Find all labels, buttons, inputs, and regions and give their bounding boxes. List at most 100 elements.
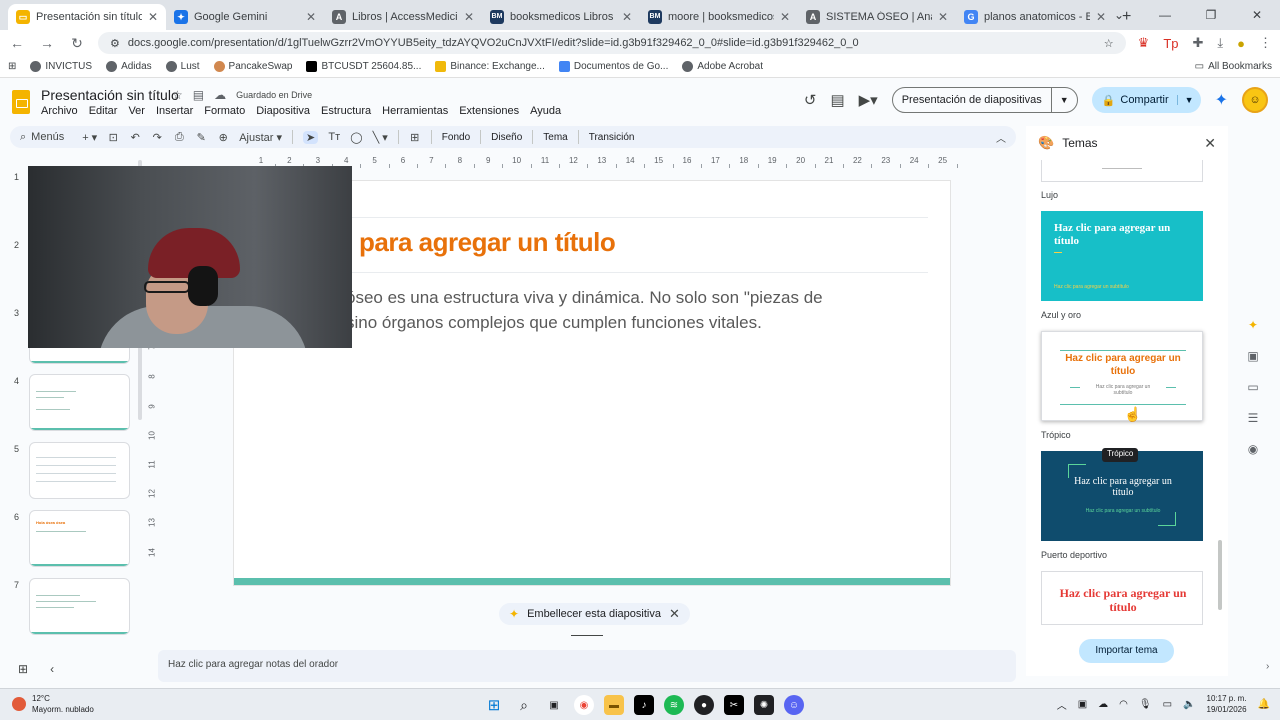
history-icon[interactable]: ↺: [804, 91, 817, 109]
collapse-rail-icon[interactable]: ›: [1266, 661, 1269, 672]
battery-icon[interactable]: ▭: [1163, 699, 1172, 710]
collapse-filmstrip-icon[interactable]: ‹: [50, 662, 54, 676]
shape-icon[interactable]: ◯: [350, 131, 362, 144]
slides-logo-icon[interactable]: [12, 90, 30, 114]
spotify-icon[interactable]: ≋: [664, 695, 684, 715]
layout-button[interactable]: Diseño: [491, 132, 522, 143]
theme-button[interactable]: Tema: [543, 132, 567, 143]
close-tab-icon[interactable]: ✕: [938, 10, 948, 24]
new-slide-icon[interactable]: + ▾: [82, 131, 97, 144]
theme-card-puerto-deportivo[interactable]: Haz clic para agregar un título Haz clic…: [1041, 451, 1203, 541]
collapse-toolbar-icon[interactable]: ︿: [996, 130, 1006, 145]
microphone-icon[interactable]: 🎙: [1139, 699, 1152, 710]
minimize-icon[interactable]: —: [1142, 8, 1188, 22]
comments-icon[interactable]: ▤: [830, 91, 844, 109]
menu-kebab-icon[interactable]: ⋮: [1259, 35, 1272, 51]
menu-formato[interactable]: Formato: [204, 105, 245, 117]
weather-widget[interactable]: 12°C Mayorm. nublado: [12, 693, 94, 715]
share-button[interactable]: 🔒 Compartir ▼: [1091, 87, 1201, 113]
clock[interactable]: 10:17 p. m. 19/01/2026: [1207, 693, 1247, 715]
document-title[interactable]: Presentación sin título: [41, 87, 179, 103]
bookmark-item[interactable]: Binance: Exchange...: [435, 61, 545, 72]
theme-card-lujo[interactable]: [1041, 160, 1203, 182]
menu-ver[interactable]: Ver: [128, 105, 145, 117]
tab-slides[interactable]: ▭ Presentación sin título - Present ✕: [8, 4, 166, 30]
close-tab-icon[interactable]: ✕: [780, 10, 790, 24]
star-icon[interactable]: ☆: [172, 88, 183, 102]
gemini-sparkle-icon[interactable]: ✦: [1248, 318, 1258, 332]
discord-icon[interactable]: ☺: [784, 695, 804, 715]
profile-icon[interactable]: ●: [1237, 36, 1245, 51]
bookmark-star-icon[interactable]: ☆: [1104, 37, 1114, 50]
themes-scrollbar[interactable]: [1218, 540, 1222, 610]
tab-search-icon[interactable]: ⌄: [1096, 8, 1142, 22]
bookmark-item[interactable]: PancakeSwap: [213, 61, 292, 72]
theme-card-tropico[interactable]: Haz clic para agregar un título Haz clic…: [1041, 331, 1203, 421]
paint-format-icon[interactable]: ✎: [195, 131, 207, 144]
cloud-icon[interactable]: ☁: [1098, 699, 1108, 710]
slide-thumbnail-4[interactable]: [29, 374, 130, 431]
close-icon[interactable]: ✕: [1204, 135, 1216, 152]
bookmark-item[interactable]: Adidas: [106, 61, 152, 72]
close-tab-icon[interactable]: ✕: [148, 10, 158, 24]
omnibox[interactable]: ⚙ docs.google.com/presentation/d/1glTuel…: [98, 32, 1126, 54]
menu-search[interactable]: ⌕ Menús: [20, 131, 72, 144]
zoom-select[interactable]: Ajustar ▾: [239, 131, 282, 144]
wifi-icon[interactable]: ◠: [1119, 699, 1128, 710]
tab-moore[interactable]: BM moore | booksmedicos ✕: [640, 4, 798, 30]
tab-gemini[interactable]: ✦ Google Gemini ✕: [166, 4, 324, 30]
chevron-down-icon[interactable]: ▼: [1176, 95, 1201, 105]
line-icon[interactable]: ╲ ▾: [373, 131, 388, 144]
zoom-icon[interactable]: ⊕: [217, 131, 229, 144]
bookmark-item[interactable]: INVICTUS: [30, 61, 92, 72]
windows-start-icon[interactable]: ⊞: [484, 695, 504, 715]
close-tab-icon[interactable]: ✕: [622, 10, 632, 24]
puzzle-icon[interactable]: ✚: [1192, 35, 1203, 51]
chevron-up-icon[interactable]: ︿: [1057, 697, 1067, 712]
slide-thumbnail-7[interactable]: [29, 578, 130, 635]
bookmark-item[interactable]: Lust: [165, 61, 200, 72]
notes-resize-handle[interactable]: [571, 635, 603, 636]
cloud-saved-icon[interactable]: ☁: [214, 88, 226, 102]
tab-accessmedicina[interactable]: A Libros | AccessMedicina | McGra ✕: [324, 4, 482, 30]
redo-icon[interactable]: ↷: [151, 131, 163, 144]
reload-icon[interactable]: ↻: [68, 35, 86, 52]
extension-icon[interactable]: ♛: [1138, 35, 1150, 51]
close-tab-icon[interactable]: ✕: [306, 10, 316, 24]
chrome-icon[interactable]: ◉: [574, 695, 594, 715]
back-icon[interactable]: ←: [8, 35, 26, 51]
site-info-icon[interactable]: ⚙: [110, 37, 120, 50]
tab-planos[interactable]: G planos anatomicos - Buscar con ✕: [956, 4, 1114, 30]
github-icon[interactable]: ●: [694, 695, 714, 715]
background-button[interactable]: Fondo: [442, 132, 470, 143]
avatar[interactable]: ☺: [1242, 87, 1268, 113]
chevron-down-icon[interactable]: ▼: [1050, 88, 1077, 112]
close-tab-icon[interactable]: ✕: [464, 10, 474, 24]
menu-archivo[interactable]: Archivo: [41, 105, 78, 117]
print-icon[interactable]: ⎙: [173, 131, 185, 144]
slide-title[interactable]: para agregar un título: [359, 227, 616, 258]
layout-icon[interactable]: ⊡: [107, 131, 119, 144]
restore-icon[interactable]: ❐: [1188, 8, 1234, 22]
move-folder-icon[interactable]: ▤: [193, 88, 204, 102]
task-view-icon[interactable]: ▣: [544, 695, 564, 715]
grid-view-icon[interactable]: ⊞: [18, 662, 28, 676]
chatgpt-icon[interactable]: ✺: [754, 695, 774, 715]
apps-grid-icon[interactable]: ⊞: [8, 61, 16, 72]
volume-icon[interactable]: 🔈: [1183, 699, 1195, 710]
drive-folder-icon[interactable]: ▭: [1247, 380, 1258, 394]
slide-thumbnail-5[interactable]: [29, 442, 130, 499]
tasks-icon[interactable]: ☰: [1248, 411, 1259, 425]
import-theme-button[interactable]: Importar tema: [1079, 639, 1174, 663]
tiktok-icon[interactable]: ♪: [634, 695, 654, 715]
bookmark-item[interactable]: Adobe Acrobat: [682, 61, 763, 72]
menu-extensiones[interactable]: Extensiones: [459, 105, 519, 117]
download-icon[interactable]: ⤓: [1217, 35, 1223, 51]
text-box-icon[interactable]: Tт: [328, 131, 340, 143]
close-window-icon[interactable]: ✕: [1234, 8, 1280, 22]
theme-card-azul-y-oro[interactable]: Haz clic para agregar un título Haz clic…: [1041, 211, 1203, 301]
speaker-notes[interactable]: Haz clic para agregar notas del orador: [158, 650, 1016, 682]
display-icon[interactable]: ▣: [1078, 699, 1087, 710]
keep-icon[interactable]: ▣: [1247, 349, 1258, 363]
bookmark-item[interactable]: BTCUSDT 25604.85...: [306, 61, 421, 72]
